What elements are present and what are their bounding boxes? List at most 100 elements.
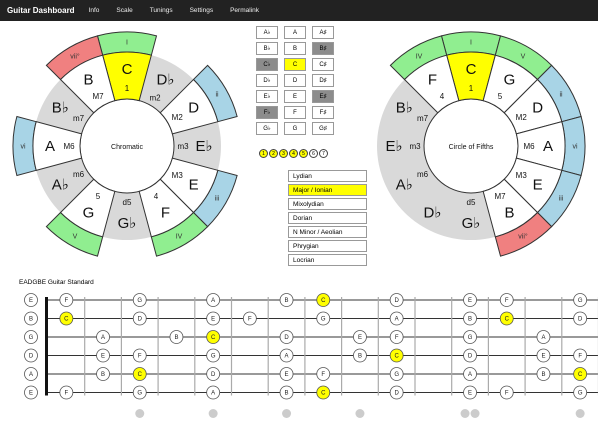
fret-note-label: A (211, 391, 215, 397)
key-cell[interactable]: A (284, 26, 306, 39)
key-cell[interactable]: F (284, 106, 306, 119)
note-label: A♭ (396, 177, 413, 194)
mode-item[interactable]: Mixolydian (288, 198, 367, 210)
fret-note-label: C (64, 317, 69, 323)
fret-note-label: F (505, 391, 509, 397)
nav-permalink[interactable]: Permalink (230, 7, 259, 14)
fret-note-label: G (321, 317, 326, 323)
note-label: C (466, 61, 477, 78)
key-cell[interactable]: F♯ (312, 106, 334, 119)
chord-label: vii° (70, 52, 80, 60)
degree-dot[interactable]: 1 (259, 149, 268, 158)
key-selector-grid: A♭ A A♯ B♭ B B♯ C♭ C C♯ D♭ D D♯ E♭ E E♯ F♭ F F♯ G♭ G G♯ (256, 26, 334, 135)
interval-label: M7 (92, 92, 104, 101)
fret-note-label: E (468, 298, 472, 304)
degree-dot[interactable]: 5 (299, 149, 308, 158)
fret-note-label: F (395, 335, 399, 341)
fret-note-label: A (541, 335, 545, 341)
degree-dot[interactable]: 3 (279, 149, 288, 158)
open-string-label: D (29, 354, 34, 360)
degree-dot[interactable]: 7 (319, 149, 328, 158)
chromatic-circle: I C 1 D♭ m2 ii D M2 E♭ m3 iii E M3 IV F4 G♭ d5 V G5 A♭ m6 vi A… (12, 31, 238, 257)
key-cell[interactable]: A♭ (256, 26, 278, 39)
fret-inlay (355, 409, 365, 418)
fret-note-label: E (211, 317, 215, 323)
key-cell[interactable]: D♯ (312, 74, 334, 87)
fret-note-label: D (394, 391, 399, 397)
mode-item[interactable]: Phrygian (288, 240, 367, 252)
note-label: D♭ (424, 205, 442, 222)
interval-label: 1 (469, 84, 474, 93)
degree-dot[interactable]: 6 (309, 149, 318, 158)
key-cell[interactable]: C♯ (312, 58, 334, 71)
note-label: B (83, 71, 93, 88)
interval-label: d5 (123, 198, 132, 207)
key-cell[interactable]: E♭ (256, 90, 278, 103)
note-label: F (428, 71, 437, 88)
fret-note-label: D (138, 317, 143, 323)
key-cell[interactable]: C (284, 58, 306, 71)
fret-inlay (470, 409, 480, 418)
fret-note-label: D (284, 335, 289, 341)
fret-note-label: F (321, 372, 325, 378)
fret-note-label: G (137, 391, 142, 397)
note-label: G (504, 71, 516, 88)
fret-note-label: D (468, 354, 473, 360)
chord-label: vi (572, 144, 578, 151)
interval-label: 1 (125, 84, 130, 93)
interval-label: M3 (172, 171, 184, 180)
app-title[interactable]: Guitar Dashboard (7, 6, 75, 15)
fret-note-label: B (101, 372, 105, 378)
mode-item[interactable]: N Minor / Aeolian (288, 226, 367, 238)
fret-inlay (135, 409, 145, 418)
fret-note-label: B (285, 298, 289, 304)
interval-label: m7 (417, 114, 429, 123)
key-cell[interactable]: G♯ (312, 122, 334, 135)
key-cell[interactable]: B♯ (312, 42, 334, 55)
interval-label: M7 (494, 192, 506, 201)
degree-dot[interactable]: 2 (269, 149, 278, 158)
fret-note-label: F (578, 354, 582, 360)
note-label: D♭ (157, 71, 175, 88)
note-label: D (188, 100, 199, 117)
fret-note-label: B (174, 335, 178, 341)
fret-inlay (282, 409, 292, 418)
key-cell[interactable]: G (284, 122, 306, 135)
chord-label: V (521, 53, 526, 60)
key-cell[interactable]: D♭ (256, 74, 278, 87)
nav-settings[interactable]: Settings (190, 7, 214, 14)
mode-item[interactable]: Lydian (288, 170, 367, 182)
key-cell[interactable]: G♭ (256, 122, 278, 135)
chord-label: vi (20, 144, 26, 151)
note-label: G♭ (462, 215, 481, 232)
key-cell[interactable]: B (284, 42, 306, 55)
interval-label: M3 (516, 171, 528, 180)
key-cell[interactable]: B♭ (256, 42, 278, 55)
degree-dot[interactable]: 4 (289, 149, 298, 158)
mode-item[interactable]: Major / Ionian (288, 184, 367, 196)
scale-degree-dots: 1234567 (259, 149, 329, 158)
key-cell[interactable]: A♯ (312, 26, 334, 39)
key-cell[interactable]: E♯ (312, 90, 334, 103)
key-cell[interactable]: D (284, 74, 306, 87)
chord-label: V (73, 234, 78, 241)
note-label: B♭ (396, 100, 413, 117)
open-string-label: E (29, 298, 33, 304)
note-label: E♭ (385, 138, 402, 155)
chord-label: ii (560, 92, 564, 99)
note-label: G♭ (118, 215, 137, 232)
nav-info[interactable]: Info (89, 7, 100, 14)
fretboard-title: EADGBE Guitar Standard (19, 279, 94, 286)
mode-item[interactable]: Locrian (288, 254, 367, 266)
fret-note-label: A (468, 372, 472, 378)
interval-label: 5 (498, 92, 503, 101)
nav-tunings[interactable]: Tunings (150, 7, 173, 14)
fret-note-label: G (394, 372, 399, 378)
nav-scale[interactable]: Scale (116, 7, 132, 14)
key-cell[interactable]: C♭ (256, 58, 278, 71)
fretboard: E B G D A E F G A B C D E F G C D E F G A B C D A B C D E F G A B E F G A B C D… (24, 293, 598, 418)
key-cell[interactable]: F♭ (256, 106, 278, 119)
mode-item[interactable]: Dorian (288, 212, 367, 224)
key-cell[interactable]: E (284, 90, 306, 103)
fret-note-label: D (578, 317, 583, 323)
